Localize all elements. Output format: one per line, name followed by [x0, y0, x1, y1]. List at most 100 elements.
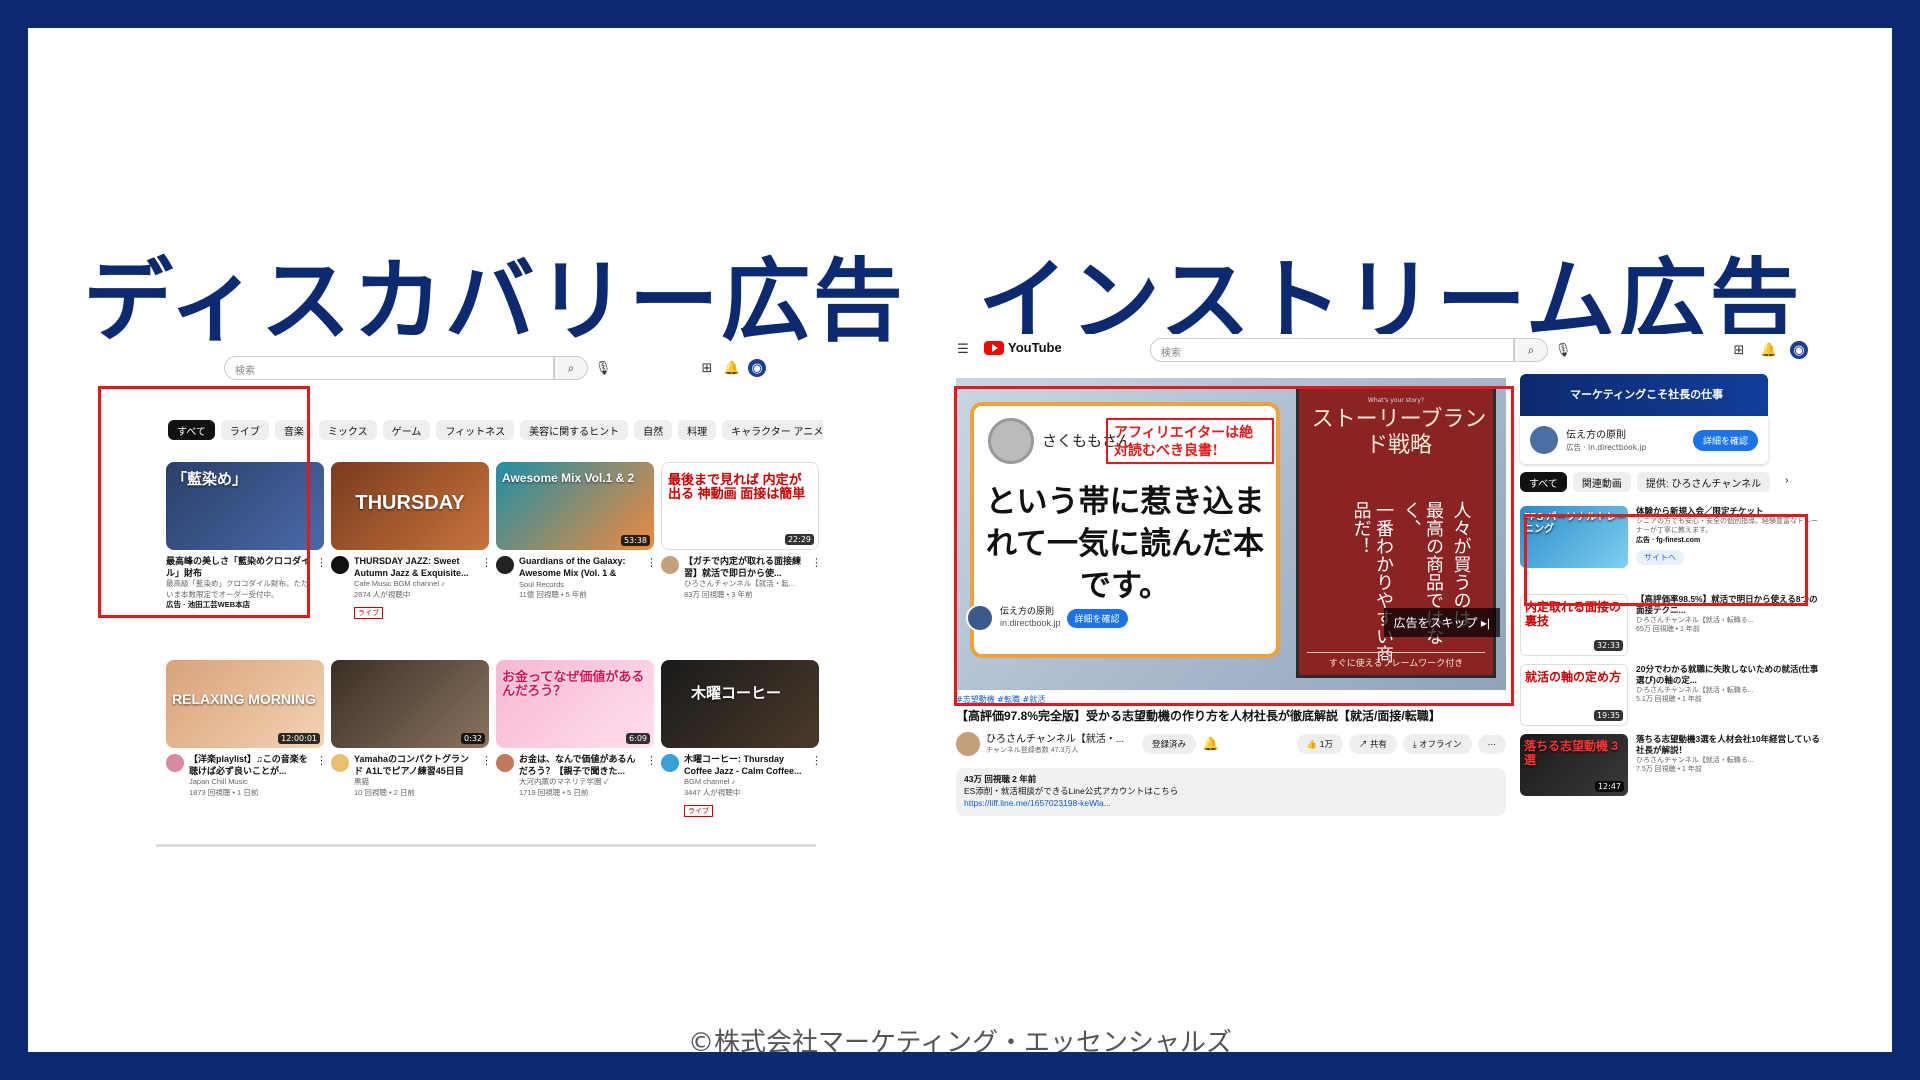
video-title[interactable]: Yamahaのコンパクトグランド A1Lでピアノ練習45日目: [354, 754, 476, 777]
channel-avatar[interactable]: [166, 754, 184, 772]
video-stats: 2874 人が視聴中: [354, 589, 411, 599]
video-title[interactable]: THURSDAY JAZZ: Sweet Autumn Jazz & Exqui…: [354, 556, 476, 579]
video-card[interactable]: 0:32 Yamahaのコンパクトグランド A1Lでピアノ練習45日目 黒猫 1…: [331, 660, 492, 798]
channel-name[interactable]: Cafe Music BGM channel ♪: [354, 579, 476, 589]
sidebar-chip-related[interactable]: 関連動画: [1572, 472, 1631, 492]
like-button[interactable]: 👍 1万: [1296, 734, 1343, 754]
channel-name[interactable]: ひろさんチャンネル【就活・...: [986, 733, 1136, 746]
bell-icon[interactable]: 🔔: [1760, 341, 1778, 359]
channel-name[interactable]: 大河内薫のマネリテ学園 ✓: [519, 777, 641, 787]
thumbnail-text: RELAXING MORNING: [172, 691, 316, 707]
subscribed-button[interactable]: 登録済み: [1142, 734, 1197, 754]
more-options-icon[interactable]: ⋮: [811, 754, 822, 817]
live-badge: ライブ: [354, 606, 383, 619]
video-duration: 22:29: [784, 534, 814, 545]
channel-avatar[interactable]: [661, 556, 679, 574]
channel-avatar[interactable]: [661, 754, 679, 772]
companion-banner[interactable]: マーケティングこそ社長の仕事: [1520, 374, 1768, 416]
video-stats: 1873 回視聴 • 1 日前: [189, 787, 259, 797]
sidebar-title[interactable]: 20分でわかる就職に失敗しないための就活(仕事選び)の軸の定...: [1636, 664, 1820, 686]
mic-icon[interactable]: 🎙: [594, 359, 612, 377]
offline-button[interactable]: ⤓ オフライン: [1402, 734, 1472, 754]
sidebar-thumbnail[interactable]: 就活の軸の定め方 19:35: [1520, 664, 1628, 726]
advertiser-avatar[interactable]: [1530, 426, 1558, 454]
sidebar-channel[interactable]: ひろさんチャンネル【就活・転職る...: [1636, 756, 1820, 765]
channel-avatar[interactable]: [496, 754, 514, 772]
more-actions-icon[interactable]: ⋯: [1477, 734, 1506, 754]
thumbnail-text: 最後まで見れば 内定が出る 神動画 面接は簡単: [668, 472, 806, 502]
youtube-logo[interactable]: YouTube: [984, 340, 1062, 355]
video-thumbnail[interactable]: 木曜コーヒー: [661, 660, 819, 748]
description-box[interactable]: 43万 回視聴 2 年前 ES添削・就活相談ができるLine公式アカウントはこち…: [956, 768, 1506, 816]
chip-7[interactable]: 自然: [634, 420, 673, 440]
sidebar-title[interactable]: 落ちる志望動機3選を人材会社10年経営している社長が解説！: [1636, 734, 1820, 756]
more-options-icon[interactable]: ⋮: [481, 556, 492, 619]
video-card[interactable]: 木曜コーヒー 木曜コーヒー: Thursday Coffee Jazz - Ca…: [661, 660, 822, 817]
sidebar-channel[interactable]: ひろさんチャンネル【就活・転職る...: [1636, 616, 1820, 625]
search-input[interactable]: 検索: [224, 356, 554, 380]
create-icon[interactable]: ⊞: [698, 359, 716, 377]
chip-5[interactable]: フィットネス: [436, 420, 515, 440]
video-title[interactable]: 【ガチで内定が取れる面接練習】就活で即日から使...: [684, 556, 806, 579]
channel-name[interactable]: Japan Chill Music: [189, 777, 311, 787]
video-card[interactable]: お金ってなぜ価値があるんだろう？ 6:09 お金は、なんで価値があるんだろう？【…: [496, 660, 657, 798]
sidebar-chip-all[interactable]: すべて: [1520, 472, 1567, 492]
youtube-play-icon: [984, 340, 1004, 355]
account-avatar[interactable]: ◉: [748, 359, 766, 377]
sidebar-video[interactable]: 就活の軸の定め方 19:35 20分でわかる就職に失敗しないための就活(仕事選び…: [1520, 664, 1820, 726]
chevron-right-icon[interactable]: ›: [1776, 472, 1797, 492]
video-title[interactable]: 【洋楽playlist】♫この音楽を聴けば必ず良いことが...: [189, 754, 311, 777]
channel-avatar[interactable]: [331, 754, 349, 772]
more-options-icon[interactable]: ⋮: [481, 754, 492, 798]
channel-name[interactable]: ひろさんチャンネル【就活・転...: [684, 579, 806, 589]
sidebar-chip-channel[interactable]: 提供: ひろさんチャンネル: [1636, 472, 1771, 492]
video-card[interactable]: RELAXING MORNING 12:00:01 【洋楽playlist】♫こ…: [166, 660, 327, 798]
video-card[interactable]: Awesome Mix Vol.1 & 2 53:38 Guardians of…: [496, 462, 657, 600]
sidebar-thumbnail[interactable]: 落ちる志望動機 3選 12:47: [1520, 734, 1628, 796]
bell-icon[interactable]: 🔔: [1202, 735, 1220, 753]
video-thumbnail[interactable]: お金ってなぜ価値があるんだろう？ 6:09: [496, 660, 654, 748]
video-card[interactable]: THURSDAY THURSDAY JAZZ: Sweet Autumn Jaz…: [331, 462, 492, 619]
chip-3[interactable]: ミックス: [318, 420, 377, 440]
chip-6[interactable]: 美容に関するヒント: [520, 420, 629, 440]
share-button[interactable]: ↗ 共有: [1349, 734, 1397, 754]
chip-8[interactable]: 料理: [678, 420, 717, 440]
sidebar-video[interactable]: 落ちる志望動機 3選 12:47 落ちる志望動機3選を人材会社10年経営している…: [1520, 734, 1820, 796]
video-thumbnail[interactable]: THURSDAY: [331, 462, 489, 550]
video-thumbnail[interactable]: 0:32: [331, 660, 489, 748]
channel-avatar[interactable]: [496, 556, 514, 574]
more-options-icon[interactable]: ⋮: [646, 556, 657, 600]
bell-icon[interactable]: 🔔: [723, 359, 741, 377]
search-input[interactable]: 検索: [1150, 338, 1514, 362]
account-avatar[interactable]: ◉: [1790, 341, 1808, 359]
more-options-icon[interactable]: ⋮: [811, 556, 822, 600]
channel-name[interactable]: Soul Records: [519, 580, 641, 590]
video-card[interactable]: 最後まで見れば 内定が出る 神動画 面接は簡単 22:29 【ガチで内定が取れる…: [661, 462, 822, 600]
menu-icon[interactable]: ☰: [954, 340, 972, 358]
channel-name[interactable]: 黒猫: [354, 777, 476, 787]
description-link[interactable]: https://liff.line.me/1657023198-keWla...: [964, 798, 1498, 810]
chip-9[interactable]: キャラクター アニメ、子供向...: [722, 420, 823, 440]
channel-avatar[interactable]: [331, 556, 349, 574]
video-title[interactable]: 木曜コーヒー: Thursday Coffee Jazz - Calm Coff…: [684, 754, 806, 777]
sidebar-channel[interactable]: ひろさんチャンネル【就活・転職る...: [1636, 686, 1820, 695]
channel-name[interactable]: BGM channel ♪: [684, 777, 806, 787]
search-button[interactable]: ⌕: [554, 356, 588, 380]
companion-ad[interactable]: 伝え方の原則 広告 · in.directbook.jp 詳細を確認: [1520, 416, 1768, 464]
channel-avatar[interactable]: [956, 732, 980, 756]
scrollbar[interactable]: [156, 844, 816, 847]
create-icon[interactable]: ⊞: [1730, 341, 1748, 359]
video-thumbnail[interactable]: Awesome Mix Vol.1 & 2 53:38: [496, 462, 654, 550]
more-options-icon[interactable]: ⋮: [316, 556, 327, 610]
video-thumbnail[interactable]: RELAXING MORNING 12:00:01: [166, 660, 324, 748]
advertiser-name[interactable]: 伝え方の原則: [1566, 426, 1626, 441]
search-button[interactable]: ⌕: [1514, 338, 1548, 362]
video-thumbnail[interactable]: 最後まで見れば 内定が出る 神動画 面接は簡単 22:29: [661, 462, 819, 550]
chip-4[interactable]: ゲーム: [382, 420, 431, 440]
video-title[interactable]: お金は、なんで価値があるんだろう？【親子で聞きた...: [519, 754, 641, 777]
mic-icon[interactable]: 🎙: [1554, 341, 1572, 359]
more-options-icon[interactable]: ⋮: [646, 754, 657, 798]
video-title[interactable]: Guardians of the Galaxy: Awesome Mix (Vo…: [519, 556, 641, 580]
more-options-icon[interactable]: ⋮: [316, 754, 327, 798]
companion-details-button[interactable]: 詳細を確認: [1692, 430, 1758, 451]
